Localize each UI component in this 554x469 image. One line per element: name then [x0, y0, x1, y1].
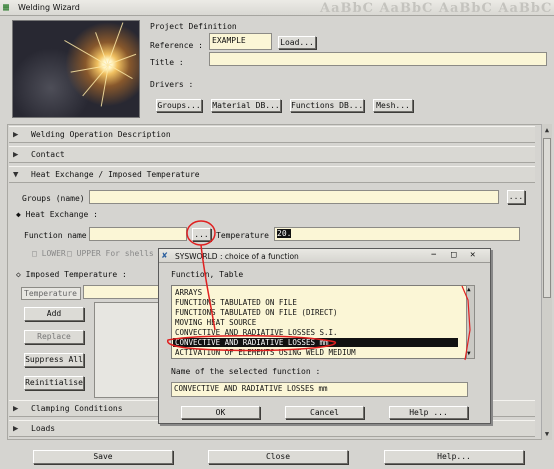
sysworld-icon: ✘ [162, 251, 168, 261]
imposed-temperature-field[interactable] [83, 285, 168, 299]
scroll-thumb[interactable] [543, 138, 551, 298]
expand-down-icon: ▼ [13, 170, 19, 180]
upper-checkbox[interactable]: □ UPPER For shells [67, 249, 154, 258]
mesh-button[interactable]: Mesh... [373, 99, 413, 112]
groups-name-label: Groups (name) [22, 194, 85, 203]
upper-label: UPPER For shells [76, 249, 154, 258]
expand-right-icon: ▶ [13, 130, 19, 140]
function-name-label: Function name [24, 231, 87, 240]
list-item[interactable]: FUNCTIONS TABULATED ON FILE (DIRECT) [175, 308, 338, 317]
imposed-temperature-list[interactable] [94, 302, 164, 398]
section-label: Clamping Conditions [31, 404, 123, 413]
groups-driver-button[interactable]: Groups... [156, 99, 202, 112]
section-label: Loads [31, 424, 56, 433]
list-item[interactable]: ACTIVATION OF ELEMENTS USING WELD MEDIUM [175, 348, 356, 357]
heat-exchange-radio-label: Heat Exchange : [25, 210, 98, 219]
cancel-button[interactable]: Cancel [285, 406, 364, 419]
heat-exchange-radio[interactable]: ◆ Heat Exchange : [16, 210, 98, 219]
list-item[interactable]: FUNCTIONS TABULATED ON FILE [175, 298, 297, 307]
lower-checkbox[interactable]: □ LOWER [32, 249, 66, 258]
reinitialise-button[interactable]: Reinitialise [24, 376, 84, 390]
groups-browse-button[interactable]: ... [507, 190, 525, 204]
list-item[interactable]: ARRAYS [175, 288, 202, 297]
window-titlebar: ▦ Welding Wizard AaBbC AaBbC AaBbC AaBbC [0, 0, 554, 16]
section-label: Welding Operation Description [31, 130, 171, 139]
dialog-help-button[interactable]: Help ... [389, 406, 468, 419]
scroll-down-icon[interactable]: ▼ [542, 429, 552, 439]
title-label: Title : [150, 58, 184, 67]
reference-label: Reference : [150, 41, 203, 50]
welding-photo [12, 20, 140, 118]
temperature-value: 20. [277, 229, 292, 238]
list-item[interactable]: MOVING HEAT SOURCE [175, 318, 256, 327]
replace-button[interactable]: Replace [24, 330, 84, 344]
lower-label: LOWER [41, 249, 66, 258]
window-title: Welding Wizard [18, 3, 80, 12]
dialog-title: SYSWORLD : choice of a function [175, 252, 299, 261]
section-welding-operation[interactable]: ▶ Welding Operation Description [9, 126, 535, 143]
list-header: Function, Table [171, 270, 244, 279]
save-button[interactable]: Save [33, 450, 173, 464]
ok-button[interactable]: OK [181, 406, 260, 419]
suppress-all-button[interactable]: Suppress All [24, 353, 84, 367]
functions-db-button[interactable]: Functions DB... [290, 99, 364, 112]
temperature-field[interactable]: 20. [274, 227, 520, 241]
drivers-label: Drivers : [150, 80, 194, 89]
dialog-titlebar: ✘ SYSWORLD : choice of a function − □ ✕ [159, 249, 490, 263]
maximize-icon[interactable]: □ [451, 250, 456, 260]
title-field[interactable] [209, 52, 547, 66]
expand-right-icon: ▶ [13, 424, 19, 434]
scroll-up-icon[interactable]: ▲ [467, 286, 471, 294]
expand-right-icon: ▶ [13, 404, 19, 414]
section-label: Contact [31, 150, 65, 159]
function-list[interactable]: ARRAYS FUNCTIONS TABULATED ON FILE FUNCT… [171, 285, 467, 359]
section-heat-exchange[interactable]: ▼ Heat Exchange / Imposed Temperature [9, 166, 535, 183]
expand-right-icon: ▶ [13, 150, 19, 160]
app-icon: ▦ [3, 2, 10, 13]
imposed-temperature-radio[interactable]: ◇ Imposed Temperature : [16, 270, 127, 279]
temperature-label: Temperature [216, 231, 269, 240]
ghost-text: AaBbC AaBbC AaBbC AaBbC [320, 1, 553, 16]
imposed-temperature-label: Imposed Temperature : [25, 270, 127, 279]
scroll-up-icon[interactable]: ▲ [542, 125, 552, 135]
groups-name-field[interactable] [89, 190, 499, 204]
selected-function-field[interactable]: CONVECTIVE AND RADIATIVE LOSSES mm [171, 382, 468, 397]
temperature-tab[interactable]: Temperature [21, 287, 81, 300]
reference-field[interactable]: EXAMPLE [209, 33, 272, 50]
close-button[interactable]: Close [208, 450, 348, 464]
list-item-selected[interactable]: CONVECTIVE AND RADIATIVE LOSSES mm [173, 338, 458, 347]
project-heading: Project Definition [150, 22, 237, 31]
main-scrollbar[interactable]: ▲ ▼ [541, 124, 552, 440]
choose-function-dialog: ✘ SYSWORLD : choice of a function − □ ✕ … [158, 248, 491, 424]
list-item[interactable]: CONVECTIVE AND RADIATIVE LOSSES S.I. [175, 328, 338, 337]
function-name-field[interactable] [89, 227, 187, 241]
material-db-button[interactable]: Material DB... [211, 99, 281, 112]
section-contact[interactable]: ▶ Contact [9, 146, 535, 163]
list-scrollbar[interactable]: ▲ ▼ [466, 285, 475, 359]
function-browse-button[interactable]: ... [192, 228, 211, 241]
load-button[interactable]: Load... [278, 36, 316, 49]
minimize-icon[interactable]: − [431, 250, 436, 260]
selected-function-label: Name of the selected function : [171, 367, 321, 376]
scroll-down-icon[interactable]: ▼ [467, 350, 471, 358]
close-icon[interactable]: ✕ [470, 250, 475, 260]
add-button[interactable]: Add [24, 307, 84, 321]
help-button[interactable]: Help... [384, 450, 524, 464]
section-label: Heat Exchange / Imposed Temperature [31, 170, 200, 179]
